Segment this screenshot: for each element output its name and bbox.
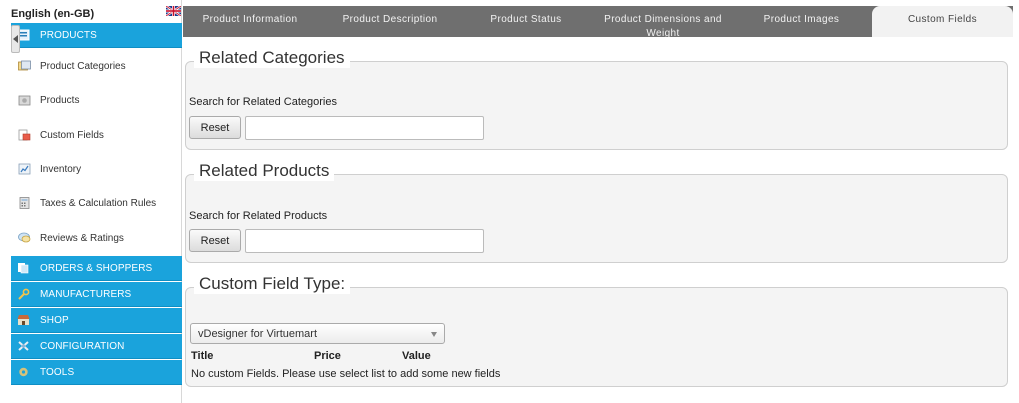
sidebar-item-label: Reviews & Ratings (40, 232, 124, 244)
taxes-icon (19, 197, 30, 209)
tab-product-images[interactable]: Product Images (738, 6, 865, 37)
related-products-fieldset: Related Products Search for Related Prod… (185, 161, 1008, 263)
sidebar-item-label: Custom Fields (40, 129, 104, 141)
column-header-price: Price (314, 350, 341, 362)
custom-field-type-select[interactable]: vDesigner for Virtuemart (190, 323, 445, 344)
tab-product-dimensions[interactable]: Product Dimensions and Weight (593, 6, 733, 37)
sidebar-item-label: Products (40, 94, 80, 106)
shop-icon (17, 315, 30, 325)
categories-icon (18, 60, 31, 71)
sidebar-section-shop-label: SHOP (40, 314, 69, 326)
custom-field-type-fieldset: Custom Field Type: vDesigner for Virtuem… (185, 274, 1008, 387)
sidebar-section-orders-label: ORDERS & SHOPPERS (40, 262, 153, 274)
sidebar-section-configuration[interactable]: CONFIGURATION (11, 334, 182, 359)
sidebar-section-manufacturers-label: MANUFACTURERS (40, 288, 132, 300)
custom-field-type-legend: Custom Field Type: (194, 274, 351, 294)
column-header-title: Title (191, 350, 214, 362)
sidebar-item-products[interactable]: Products (11, 83, 182, 117)
tab-custom-fields[interactable]: Custom Fields (872, 6, 1013, 37)
sidebar: English (en-GB) PRODUCTS Product Categor… (0, 0, 182, 403)
related-categories-fieldset: Related Categories Search for Related Ca… (185, 48, 1008, 150)
related-products-legend: Related Products (194, 161, 335, 181)
related-products-search-input[interactable] (245, 229, 484, 253)
sidebar-section-tools-label: TOOLS (40, 366, 75, 378)
reviews-icon (18, 232, 31, 243)
sidebar-item-label: Inventory (40, 163, 82, 175)
sidebar-item-taxes[interactable]: Taxes & Calculation Rules (11, 186, 182, 220)
sidebar-section-products[interactable]: PRODUCTS (11, 23, 182, 48)
sidebar-item-label: Product Categories (40, 60, 126, 72)
related-categories-search-label: Search for Related Categories (189, 96, 337, 108)
chevron-down-icon (431, 332, 437, 337)
products-icon (18, 95, 31, 106)
sidebar-section-shop[interactable]: SHOP (11, 308, 182, 333)
sidebar-item-product-categories[interactable]: Product Categories (11, 49, 182, 83)
sidebar-section-products-label: PRODUCTS (40, 29, 97, 41)
configuration-icon (18, 341, 29, 351)
tools-icon (19, 367, 28, 377)
sidebar-item-label: Taxes & Calculation Rules (40, 197, 157, 209)
tab-product-information[interactable]: Product Information (183, 6, 317, 37)
column-header-value: Value (402, 350, 431, 362)
orders-icon (18, 263, 29, 274)
sidebar-section-configuration-label: CONFIGURATION (40, 340, 125, 352)
empty-custom-fields-message: No custom Fields. Please use select list… (191, 368, 501, 380)
tab-product-description[interactable]: Product Description (321, 6, 459, 37)
related-categories-reset-button[interactable]: Reset (189, 116, 241, 139)
sidebar-section-manufacturers[interactable]: MANUFACTURERS (11, 282, 182, 307)
sidebar-item-custom-fields[interactable]: Custom Fields (11, 118, 182, 152)
related-products-reset-button[interactable]: Reset (189, 229, 241, 252)
sidebar-section-tools[interactable]: TOOLS (11, 360, 182, 385)
custom-fields-icon (18, 129, 31, 141)
sidebar-item-inventory[interactable]: Inventory (11, 152, 182, 186)
tab-product-status[interactable]: Product Status (465, 6, 587, 37)
uk-flag-icon[interactable] (166, 6, 181, 16)
tab-bar: Product Information Product Description … (183, 6, 1013, 37)
related-categories-legend: Related Categories (194, 48, 350, 68)
language-label: English (en-GB) (11, 8, 95, 20)
sidebar-item-reviews[interactable]: Reviews & Ratings (11, 221, 182, 255)
related-categories-search-input[interactable] (245, 116, 484, 140)
sidebar-section-orders[interactable]: ORDERS & SHOPPERS (11, 256, 182, 281)
sidebar-collapse-handle[interactable] (11, 25, 20, 53)
wrench-icon (18, 288, 30, 300)
inventory-icon (18, 163, 31, 175)
custom-field-type-selected: vDesigner for Virtuemart (198, 327, 318, 340)
related-products-search-label: Search for Related Products (189, 210, 328, 222)
